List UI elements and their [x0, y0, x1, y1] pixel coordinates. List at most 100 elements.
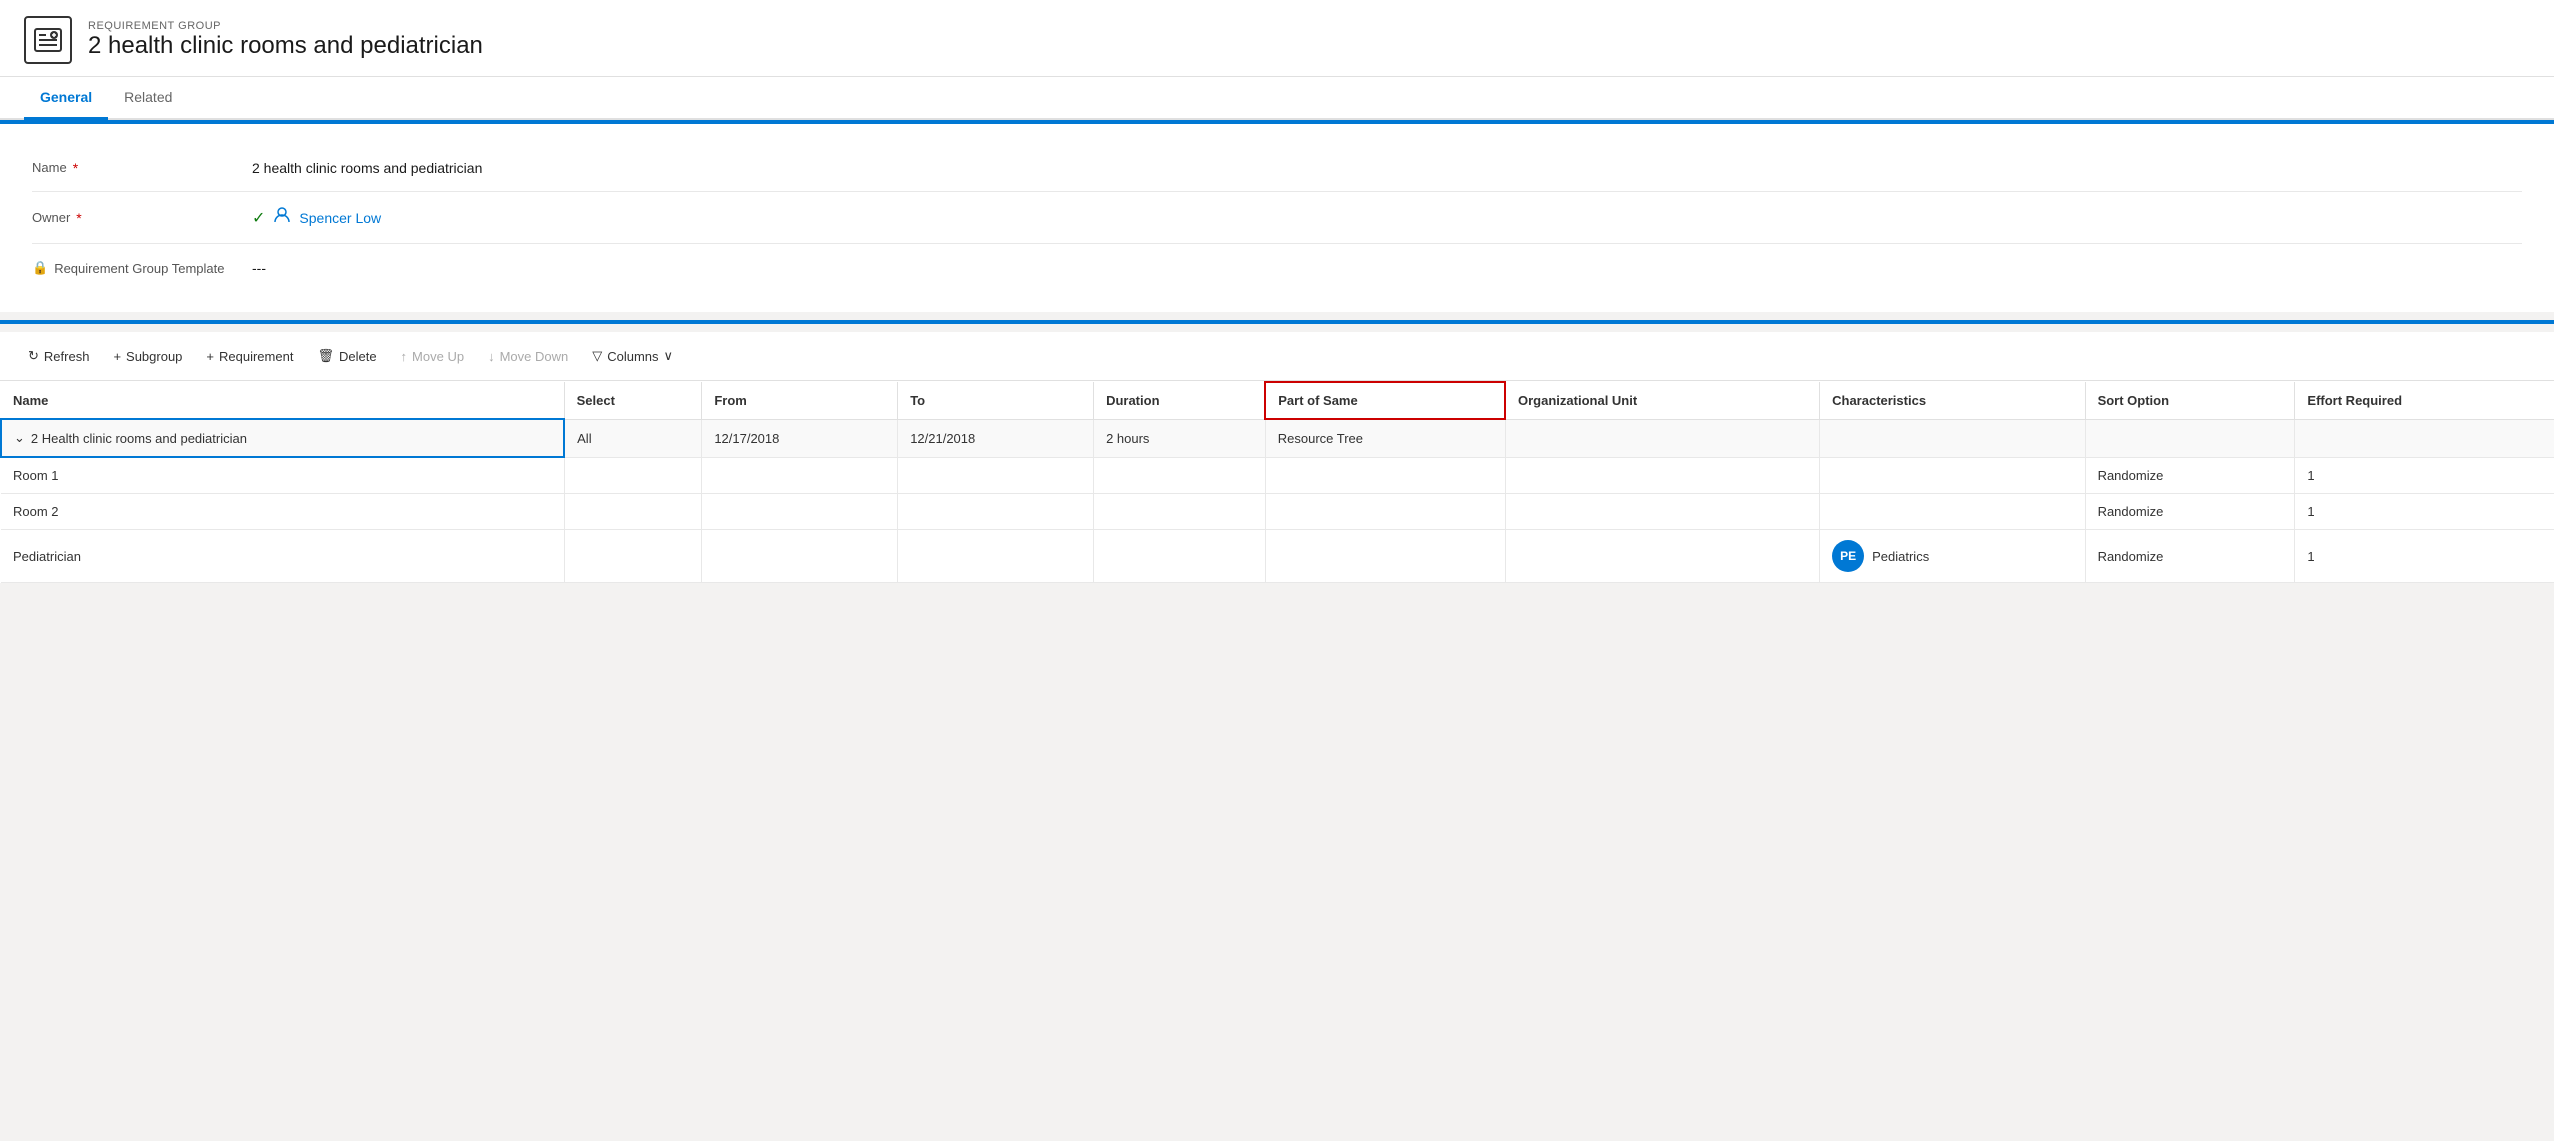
cell-select [564, 530, 702, 583]
cell-to: 12/21/2018 [898, 419, 1094, 457]
columns-button[interactable]: ▽ Columns ∨ [580, 342, 685, 370]
delete-button[interactable]: 🗑 Delete [305, 342, 388, 370]
owner-label-text: Owner [32, 210, 70, 225]
move-down-label: Move Down [500, 349, 569, 364]
table-header-row: Name Select From To Duration Part of Sam… [1, 382, 2554, 419]
lock-icon: 🔒 [32, 260, 48, 276]
cell-org-unit [1505, 419, 1820, 457]
field-owner-label: Owner * [32, 210, 252, 226]
tab-general[interactable]: General [24, 77, 108, 120]
col-select: Select [564, 382, 702, 419]
tabs-bar: General Related [0, 77, 2554, 120]
field-template-row: 🔒 Requirement Group Template --- [32, 244, 2522, 292]
entity-icon [24, 16, 72, 64]
refresh-button[interactable]: ↻ Refresh [16, 342, 101, 370]
template-label-text: Requirement Group Template [54, 261, 224, 276]
grid-toolbar: ↻ Refresh + Subgroup + Requirement 🗑 Del… [0, 332, 2554, 381]
field-name-row: Name * 2 health clinic rooms and pediatr… [32, 144, 2522, 192]
refresh-icon: ↻ [28, 348, 39, 364]
owner-name[interactable]: Spencer Low [299, 210, 381, 226]
cell-select: All [564, 419, 702, 457]
cell-sort-option [2085, 419, 2295, 457]
name-label-text: Name [32, 160, 67, 175]
col-org-unit: Organizational Unit [1505, 382, 1820, 419]
cell-characteristics [1820, 419, 2085, 457]
section-blue-bar-2 [0, 320, 2554, 324]
col-effort-required: Effort Required [2295, 382, 2554, 419]
table-row[interactable]: Room 2 Randomize1 [1, 494, 2554, 530]
cell-from [702, 457, 898, 494]
cell-from [702, 530, 898, 583]
field-owner-row: Owner * ✓ Spencer Low [32, 192, 2522, 244]
page-header: REQUIREMENT GROUP 2 health clinic rooms … [0, 0, 2554, 77]
cell-part-of-same [1265, 494, 1505, 530]
header-text: REQUIREMENT GROUP 2 health clinic rooms … [88, 20, 483, 60]
move-down-button[interactable]: ↓ Move Down [476, 343, 580, 370]
cell-from [702, 494, 898, 530]
cell-part-of-same [1265, 457, 1505, 494]
move-down-icon: ↓ [488, 349, 495, 364]
table-row[interactable]: ⌄2 Health clinic rooms and pediatricianA… [1, 419, 2554, 457]
cell-duration [1094, 530, 1266, 583]
cell-characteristics [1820, 457, 2085, 494]
tab-related[interactable]: Related [108, 77, 188, 120]
characteristics-badge: PE [1832, 540, 1864, 572]
subgroup-button[interactable]: + Subgroup [101, 343, 194, 370]
field-name-label: Name * [32, 160, 252, 176]
cell-org-unit [1505, 457, 1820, 494]
cell-select [564, 494, 702, 530]
cell-to [898, 494, 1094, 530]
cell-org-unit [1505, 530, 1820, 583]
cell-to [898, 530, 1094, 583]
columns-chevron-icon: ∨ [664, 348, 674, 364]
cell-sort-option: Randomize [2085, 457, 2295, 494]
cell-characteristics: PE Pediatrics [1820, 530, 2085, 583]
cell-name: Pediatrician [1, 530, 564, 583]
col-to: To [898, 382, 1094, 419]
cell-duration: 2 hours [1094, 419, 1266, 457]
cell-select [564, 457, 702, 494]
col-name: Name [1, 382, 564, 419]
columns-label: Columns [607, 349, 658, 364]
cell-effort-required [2295, 419, 2554, 457]
table-row[interactable]: Pediatrician PE Pediatrics Randomize1 [1, 530, 2554, 583]
requirement-plus-icon: + [206, 349, 214, 364]
data-table: Name Select From To Duration Part of Sam… [0, 381, 2554, 583]
form-section: Name * 2 health clinic rooms and pediatr… [0, 124, 2554, 312]
delete-icon: 🗑 [317, 348, 334, 364]
cell-from: 12/17/2018 [702, 419, 898, 457]
cell-org-unit [1505, 494, 1820, 530]
cell-sort-option: Randomize [2085, 494, 2295, 530]
subgroup-plus-icon: + [113, 349, 121, 364]
cell-effort-required: 1 [2295, 494, 2554, 530]
move-up-button[interactable]: ↑ Move Up [389, 343, 477, 370]
owner-required-star: * [76, 210, 81, 226]
cell-duration [1094, 457, 1266, 494]
field-template-value: --- [252, 260, 2522, 276]
cell-part-of-same [1265, 530, 1505, 583]
col-from: From [702, 382, 898, 419]
person-icon [273, 206, 291, 229]
col-sort-option: Sort Option [2085, 382, 2295, 419]
col-duration: Duration [1094, 382, 1266, 419]
entity-type-label: REQUIREMENT GROUP [88, 20, 483, 32]
field-name-value: 2 health clinic rooms and pediatrician [252, 160, 2522, 176]
columns-filter-icon: ▽ [592, 348, 602, 364]
name-required-star: * [73, 160, 78, 176]
green-check-icon: ✓ [252, 208, 265, 228]
cell-effort-required: 1 [2295, 530, 2554, 583]
col-part-of-same: Part of Same [1265, 382, 1505, 419]
field-owner-value[interactable]: ✓ Spencer Low [252, 206, 381, 229]
move-up-label: Move Up [412, 349, 464, 364]
cell-duration [1094, 494, 1266, 530]
cell-name: ⌄2 Health clinic rooms and pediatrician [1, 419, 564, 457]
subgroup-label: Subgroup [126, 349, 182, 364]
requirement-label: Requirement [219, 349, 293, 364]
cell-name: Room 1 [1, 457, 564, 494]
requirement-button[interactable]: + Requirement [194, 343, 305, 370]
table-row[interactable]: Room 1Randomize1 [1, 457, 2554, 494]
move-up-icon: ↑ [401, 349, 408, 364]
cell-part-of-same: Resource Tree [1265, 419, 1505, 457]
cell-name: Room 2 [1, 494, 564, 530]
cell-to [898, 457, 1094, 494]
